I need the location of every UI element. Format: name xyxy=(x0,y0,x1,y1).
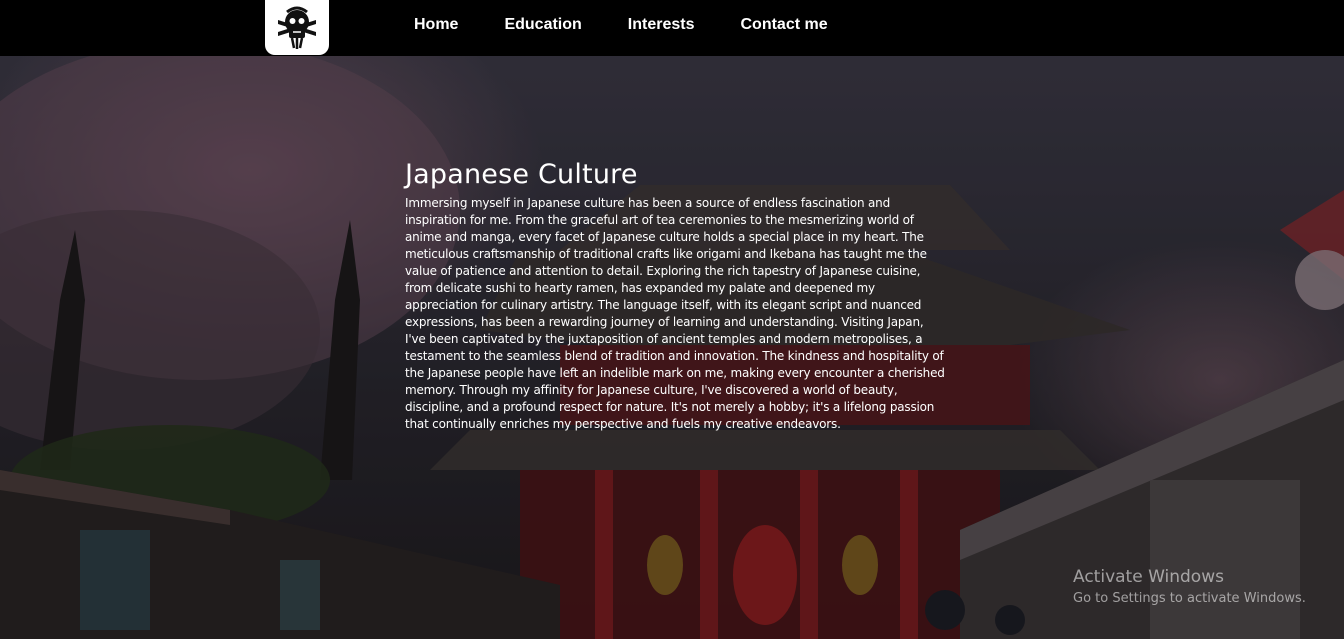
main-content: Japanese Culture Immersing myself in Jap… xyxy=(405,158,945,433)
navbar: Home Education Interests Contact me xyxy=(0,0,1344,56)
nav-link-home[interactable]: Home xyxy=(414,15,458,37)
nav-link-contact[interactable]: Contact me xyxy=(741,15,828,37)
skull-logo-icon xyxy=(274,2,320,54)
site-logo[interactable] xyxy=(265,0,329,55)
main-nav: Home Education Interests Contact me xyxy=(414,15,828,37)
watermark-subtitle: Go to Settings to activate Windows. xyxy=(1073,591,1306,606)
culture-paragraph: Immersing myself in Japanese culture has… xyxy=(405,196,945,431)
nav-link-education[interactable]: Education xyxy=(504,15,581,37)
page-title: Japanese Culture xyxy=(405,159,638,190)
activate-windows-watermark: Activate Windows Go to Settings to activ… xyxy=(1073,566,1306,609)
watermark-title: Activate Windows xyxy=(1073,567,1224,587)
nav-link-interests[interactable]: Interests xyxy=(628,15,695,37)
